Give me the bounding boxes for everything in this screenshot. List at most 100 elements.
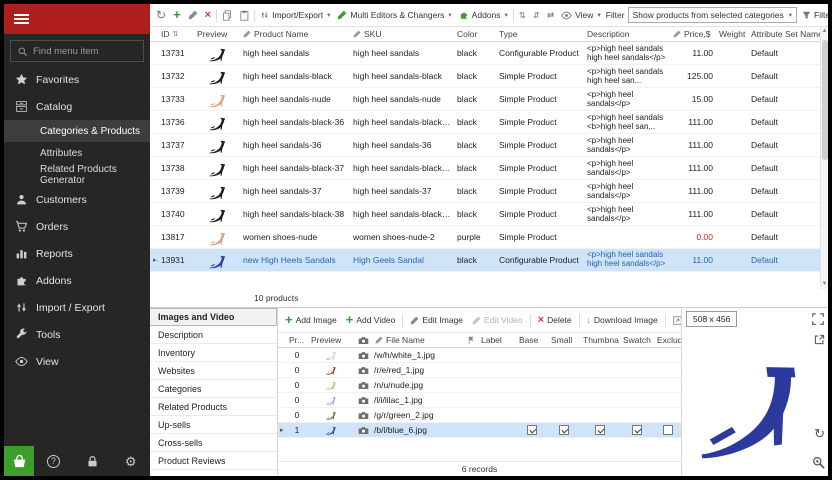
image-row[interactable]: 0 /l/i/lilac_1.jpg (278, 393, 681, 408)
grouping-button[interactable]: ⇄ (545, 9, 556, 22)
delete-image-button[interactable]: ×Delete (536, 314, 574, 327)
tab-product-reviews[interactable]: Product Reviews (150, 452, 277, 470)
add-image-button[interactable]: +Add Image (283, 314, 339, 326)
image-row[interactable]: 0 /n/u/nude.jpg (278, 378, 681, 393)
fullscreen-button[interactable] (812, 313, 824, 325)
small-checkbox[interactable] (559, 425, 569, 435)
column-header-priority[interactable]: Pr...▾ (286, 335, 308, 345)
tab-related-products[interactable]: Related Products (150, 398, 277, 416)
lock-button[interactable] (73, 455, 112, 468)
scrollbar-thumb[interactable] (822, 40, 828, 160)
column-header-color[interactable]: Color (454, 29, 496, 39)
rotate-image-button[interactable]: ↻ (814, 427, 825, 440)
product-row[interactable]: 13738 high heel sandals-black-37high hee… (150, 157, 820, 180)
edit-image-button[interactable]: Edit Image (408, 314, 465, 326)
zoom-image-button[interactable] (812, 456, 825, 469)
product-row[interactable]: 13739 high heel sandals-37high heel sand… (150, 180, 820, 203)
sidebar-item-view[interactable]: View (4, 348, 150, 375)
column-header-id[interactable]: ID⇅ (158, 29, 194, 39)
swatch-checkbox[interactable] (632, 425, 642, 435)
main-menu-button[interactable] (4, 4, 150, 34)
base-checkbox[interactable] (527, 425, 537, 435)
filters-menu[interactable]: Filters▾ (800, 9, 828, 21)
tab-images-and-video[interactable]: Images and Video (150, 308, 277, 326)
copy-button[interactable] (220, 9, 234, 22)
column-header-weight[interactable]: Weight (716, 29, 748, 39)
row-expander[interactable]: ▸ (278, 426, 286, 434)
sidebar-item-categories-products[interactable]: Categories & Products (4, 120, 150, 142)
open-external-button[interactable] (814, 334, 825, 345)
sidebar-item-favorites[interactable]: Favorites (4, 66, 150, 93)
column-header-type[interactable]: Type (496, 29, 584, 39)
image-row[interactable]: 0 /r/e/red_1.jpg (278, 363, 681, 378)
settings-button[interactable]: ⚙ (111, 455, 150, 468)
tab-inventory[interactable]: Inventory (150, 344, 277, 362)
column-header-small[interactable]: Small (548, 335, 580, 345)
sidebar-item-related-products-generator[interactable]: Related Products Generator (4, 164, 150, 186)
delete-product-button[interactable]: × (203, 9, 213, 22)
image-row[interactable]: ▸1 /b/l/blue_6.jpg (278, 423, 681, 438)
sidebar-item-orders[interactable]: Orders (4, 213, 150, 240)
product-row[interactable]: 13737 high heel sandals-36high heel sand… (150, 134, 820, 157)
sidebar-item-tools[interactable]: Tools (4, 321, 150, 348)
column-header-swatch[interactable]: Swatch (620, 335, 654, 345)
paste-button[interactable] (237, 9, 251, 22)
store-button[interactable] (4, 446, 34, 476)
column-header-base[interactable]: Base (516, 335, 548, 345)
category-filter-select[interactable]: Show products from selected categories ▾ (628, 7, 797, 23)
sort-ascending-button[interactable]: ⇅ (517, 9, 528, 22)
tab-websites[interactable]: Websites (150, 362, 277, 380)
multi-editors-menu[interactable]: Multi Editors & Changers▾ (335, 9, 453, 21)
sidebar-item-attributes[interactable]: Attributes (4, 142, 150, 164)
scroll-up-icon[interactable]: ▲ (822, 27, 828, 36)
camera-column-header[interactable] (354, 336, 372, 345)
edit-video-button[interactable]: Edit Video (470, 314, 525, 326)
download-image-button[interactable]: ↓Download Image (585, 314, 660, 326)
products-scrollbar[interactable]: ▲ ▼ (820, 27, 828, 289)
scroll-down-icon[interactable]: ▼ (822, 280, 828, 289)
column-header-label[interactable]: Label (478, 335, 516, 345)
product-row[interactable]: 13736 high heel sandals-black-36high hee… (150, 111, 820, 134)
exclude-checkbox[interactable] (663, 425, 673, 435)
product-row[interactable]: 13740 high heel sandals-black-38high hee… (150, 203, 820, 226)
column-header-product-name[interactable]: Product Name (240, 29, 350, 39)
column-header-exclude[interactable]: Exclude (654, 335, 681, 345)
column-header-price[interactable]: Price,$ (670, 29, 716, 39)
product-row[interactable]: 13731 high heel sandalshigh heel sandals… (150, 42, 820, 65)
column-header-thumbnail[interactable]: Thumbna (580, 335, 620, 345)
column-header-file-name[interactable]: File Name (372, 335, 464, 345)
sidebar-item-import-export[interactable]: Import / Export (4, 294, 150, 321)
help-button[interactable]: ? (34, 455, 73, 468)
product-row[interactable]: 13817 women shoes-nudewomen shoes-nude-2… (150, 226, 820, 249)
column-header-preview[interactable]: Preview (194, 29, 240, 39)
add-video-button[interactable]: +Add Video (344, 314, 398, 326)
flag-column-header[interactable] (464, 336, 478, 345)
column-header-description[interactable]: Description (584, 29, 670, 39)
sort-descending-button[interactable]: ⇵ (531, 9, 542, 22)
product-row[interactable]: 13733 high heel sandals-nudehigh heel sa… (150, 88, 820, 111)
sidebar-item-customers[interactable]: Customers (4, 186, 150, 213)
sidebar-item-catalog[interactable]: Catalog (4, 93, 150, 120)
product-row[interactable]: ▸13931 new High Heels SandalsHigh Geels … (150, 249, 820, 272)
sidebar-item-reports[interactable]: Reports (4, 240, 150, 267)
tab-description[interactable]: Description (150, 326, 277, 344)
column-header-sku[interactable]: SKU (350, 29, 454, 39)
menu-search-input[interactable]: Find menu item (10, 40, 144, 62)
tab-cross-sells[interactable]: Cross-sells (150, 434, 277, 452)
set-resize-rule-button[interactable]: Set Resize Rule (671, 314, 681, 326)
refresh-button[interactable]: ↻ (154, 8, 168, 22)
thumbnail-checkbox[interactable] (595, 425, 605, 435)
image-size-field[interactable]: 508 x 456 (686, 311, 737, 327)
column-header-attribute-set[interactable]: Attribute Set Name (748, 29, 820, 39)
edit-product-button[interactable] (186, 9, 200, 21)
product-row[interactable]: 13732 high heel sandals-blackhigh heel s… (150, 65, 820, 88)
image-row[interactable]: 0 /g/r/green_2.jpg (278, 408, 681, 423)
tab-categories[interactable]: Categories (150, 380, 277, 398)
sidebar-item-addons[interactable]: Addons (4, 267, 150, 294)
view-menu[interactable]: View▾ (559, 9, 603, 22)
column-header-image-preview[interactable]: Preview (308, 335, 354, 345)
tab-up-sells[interactable]: Up-sells (150, 416, 277, 434)
import-export-menu[interactable]: Import/Export▾ (258, 9, 332, 21)
preview-image-area[interactable] (682, 330, 828, 476)
image-row[interactable]: 0 /w/h/white_1.jpg (278, 348, 681, 363)
